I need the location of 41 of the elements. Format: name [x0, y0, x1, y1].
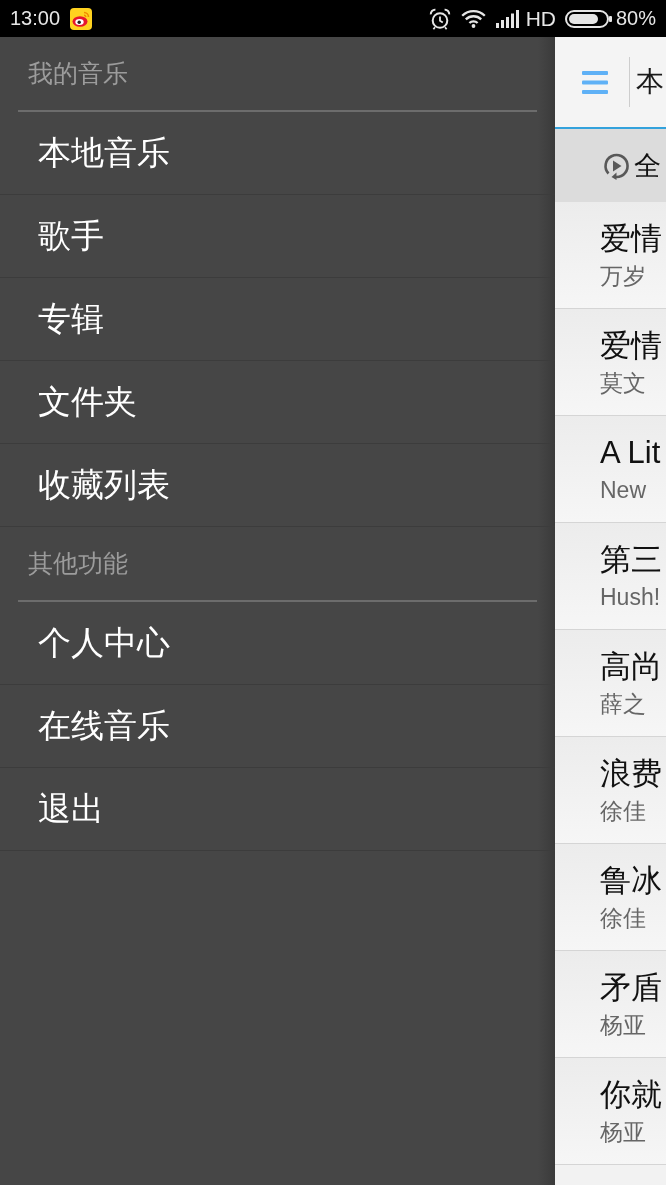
play-circle-icon — [602, 151, 630, 180]
song-title: 爱情 — [600, 327, 662, 365]
section-header: 我的音乐 — [28, 58, 128, 89]
song-title: 浪费 — [600, 755, 662, 793]
song-artist: 薛之 — [600, 690, 646, 719]
song-row[interactable]: A Lit New — [555, 416, 666, 523]
app-bar-title: 本 — [636, 65, 664, 99]
menu-icon[interactable] — [582, 70, 608, 94]
play-all-button[interactable]: 全 — [555, 129, 666, 202]
alarm-clock-icon — [428, 7, 451, 30]
battery-percent: 80% — [615, 7, 656, 30]
song-title: 矛盾 — [600, 969, 662, 1007]
song-title: 鲁冰 — [600, 862, 662, 900]
song-row[interactable]: 你就 杨亚 — [555, 1058, 666, 1165]
song-artist: 徐佳 — [600, 904, 646, 933]
song-title: 第三 — [600, 541, 662, 579]
battery-icon — [564, 8, 612, 29]
eye-logo-icon — [70, 7, 93, 30]
song-row[interactable]: 鲁冰 徐佳 — [555, 844, 666, 951]
song-row[interactable]: 浪费 徐佳 — [555, 737, 666, 844]
song-artist: Hush! — [600, 583, 661, 612]
wifi-icon — [460, 9, 486, 28]
song-artist: 莫文 — [600, 369, 646, 398]
song-artist: 杨亚 — [600, 1118, 646, 1147]
song-row[interactable]: 矛盾 杨亚 — [555, 951, 666, 1058]
signal-icon — [495, 9, 520, 28]
network-type-label: HD — [525, 6, 556, 31]
song-title: A Lit — [600, 434, 661, 472]
song-title: 你就 — [600, 1076, 662, 1114]
song-title: 爱情 — [600, 220, 662, 258]
song-row[interactable]: 第三 Hush! — [555, 523, 666, 630]
song-row[interactable]: 爱情 万岁 — [555, 202, 666, 309]
section-header: 其他功能 — [28, 548, 128, 579]
song-artist: 杨亚 — [600, 1011, 646, 1040]
song-title: 高尚 — [600, 648, 662, 686]
song-artist: 万岁 — [600, 262, 646, 291]
song-artist: 徐佳 — [600, 797, 646, 826]
song-artist: New — [600, 476, 646, 505]
song-row[interactable]: 高尚 薛之 — [555, 630, 666, 737]
song-row[interactable]: 爱情 莫文 — [555, 309, 666, 416]
status-time: 13:00 — [10, 7, 61, 30]
